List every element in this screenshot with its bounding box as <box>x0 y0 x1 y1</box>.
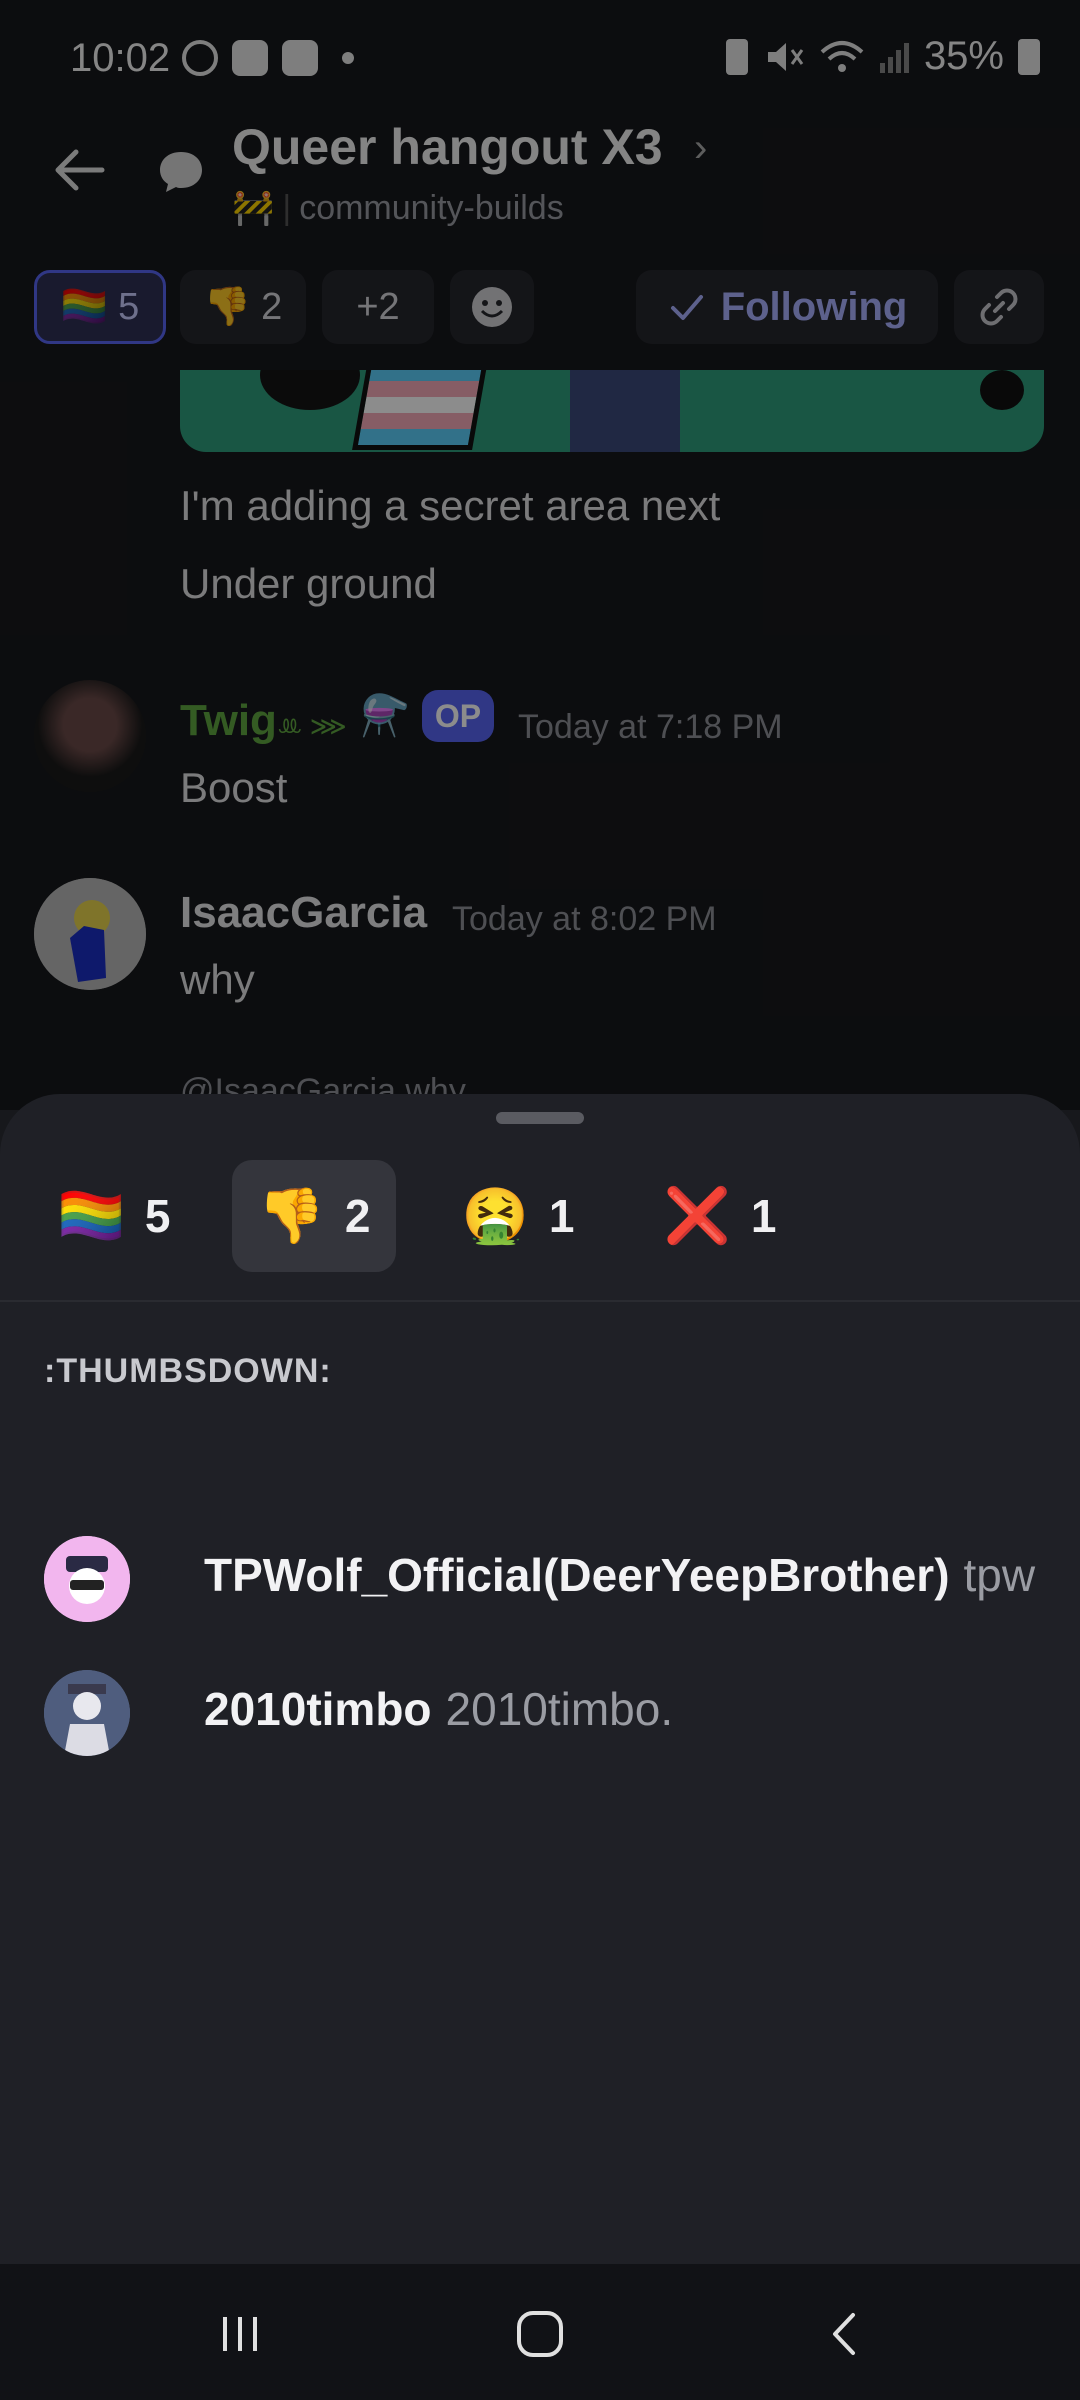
avatar-2010timbo <box>44 1670 130 1756</box>
reactor-display-name: 2010timbo <box>204 1683 432 1735</box>
tab-count: 2 <box>344 1190 371 1242</box>
screen: 10:02 35% Queer hangout X3 › 🚧 | communi… <box>0 0 1080 2400</box>
modal-scrim[interactable] <box>0 0 1080 1110</box>
home-icon <box>517 2311 563 2357</box>
recent-apps-button[interactable] <box>200 2294 280 2374</box>
avatar-tpwolf <box>44 1536 130 1622</box>
reaction-tabs: 🏳️‍🌈 5 👎 2 🤮 1 ❌ 1 <box>0 1160 1080 1276</box>
back-chevron-icon <box>833 2313 855 2355</box>
pride-flag-emoji: 🏳️‍🌈 <box>57 1185 125 1246</box>
recent-apps-icon <box>223 2317 257 2351</box>
tab-pride-flag[interactable]: 🏳️‍🌈 5 <box>34 1160 194 1272</box>
avatar-image <box>44 1536 130 1622</box>
home-button[interactable] <box>500 2294 580 2374</box>
reactor-username: 2010timbo. <box>445 1683 674 1735</box>
tab-cross-mark[interactable]: ❌ 1 <box>640 1160 800 1272</box>
reactor-username: tpw <box>963 1549 1036 1601</box>
tab-count: 1 <box>750 1190 777 1242</box>
reactions-sheet: 🏳️‍🌈 5 👎 2 🤮 1 ❌ 1 :THUMBSDOWN: TPWolf_O <box>0 1094 1080 2264</box>
selected-emoji-name: :THUMBSDOWN: <box>44 1352 332 1390</box>
tab-thumbsdown[interactable]: 👎 2 <box>232 1160 396 1272</box>
tab-count: 1 <box>548 1190 575 1242</box>
chat-background: 10:02 35% Queer hangout X3 › 🚧 | communi… <box>0 0 1080 1110</box>
divider <box>0 1300 1080 1302</box>
avatar-image <box>44 1670 130 1756</box>
sheet-drag-handle[interactable] <box>496 1112 584 1124</box>
reactor-row[interactable]: 2010timbo 2010timbo. <box>0 1660 1080 1770</box>
reactor-name: TPWolf_Official(DeerYeepBrother) tpw <box>204 1548 1035 1602</box>
tab-count: 5 <box>144 1190 171 1242</box>
cross-mark-emoji: ❌ <box>663 1185 731 1246</box>
reactor-display-name: TPWolf_Official(DeerYeepBrother) <box>204 1549 950 1601</box>
vomiting-face-emoji: 🤮 <box>461 1185 529 1246</box>
back-button[interactable] <box>806 2294 886 2374</box>
system-nav-bar <box>0 2264 1080 2400</box>
reactor-row[interactable]: TPWolf_Official(DeerYeepBrother) tpw <box>0 1526 1080 1636</box>
thumbsdown-emoji: 👎 <box>257 1185 325 1246</box>
tab-vomiting-face[interactable]: 🤮 1 <box>438 1160 598 1272</box>
reactor-name: 2010timbo 2010timbo. <box>204 1682 673 1736</box>
